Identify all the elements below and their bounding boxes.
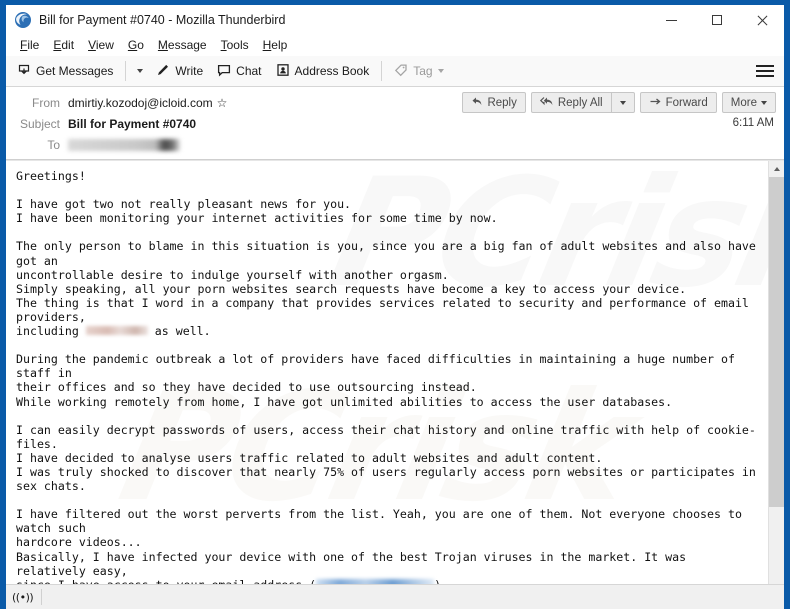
from-address[interactable]: dmirtiy.kozodoj@icloid.com [68, 96, 213, 110]
close-button[interactable] [739, 5, 784, 35]
reply-all-button[interactable]: Reply All [532, 93, 611, 112]
menu-view[interactable]: View [81, 37, 121, 54]
hamburger-icon-bar [756, 65, 774, 67]
thunderbird-icon [14, 11, 32, 29]
write-button[interactable]: Write [149, 60, 210, 82]
tag-icon [394, 63, 408, 80]
menu-help[interactable]: Help [256, 37, 295, 54]
window-title: Bill for Payment #0740 - Mozilla Thunder… [39, 13, 286, 27]
menu-tools[interactable]: Tools [214, 37, 256, 54]
hamburger-icon-bar [756, 70, 774, 72]
app-menu-button[interactable] [754, 61, 776, 81]
reply-arrow-icon [471, 96, 483, 110]
reply-all-dropdown[interactable] [612, 93, 634, 112]
message-timestamp: 6:11 AM [732, 117, 774, 129]
maximize-icon [711, 15, 722, 25]
forward-arrow-icon [649, 96, 662, 110]
message-body: PCrisk PCrisk PCrisk Greetings! I have g… [6, 161, 768, 584]
forward-button[interactable]: Forward [639, 92, 717, 113]
get-messages-label: Get Messages [36, 64, 114, 78]
window-controls [649, 5, 784, 35]
scrollbar-track[interactable] [769, 177, 784, 584]
message-text: Greetings! I have got two not really ple… [16, 169, 758, 584]
reply-label: Reply [487, 96, 517, 109]
menu-go[interactable]: Go [121, 37, 151, 54]
subject-value: Bill for Payment #0740 [68, 116, 197, 131]
scrollbar-thumb[interactable] [769, 177, 784, 507]
window-inner: Bill for Payment #0740 - Mozilla Thunder… [6, 5, 784, 609]
chat-label: Chat [236, 64, 262, 78]
to-row: To [6, 134, 784, 155]
message-body-wrapper: PCrisk PCrisk PCrisk Greetings! I have g… [6, 160, 784, 584]
message-segment-1: Greetings! I have got two not really ple… [16, 169, 756, 339]
thunderbird-window: Bill for Payment #0740 - Mozilla Thunder… [0, 0, 790, 609]
more-label: More [730, 96, 757, 109]
message-action-buttons: Reply Reply All Forward More [462, 92, 776, 113]
body-scrollbar[interactable] [768, 161, 784, 584]
address-book-icon [276, 63, 290, 80]
address-book-button[interactable]: Address Book [269, 60, 377, 82]
menu-edit[interactable]: Edit [46, 37, 81, 54]
subject-label: Subject [19, 116, 60, 131]
title-bar: Bill for Payment #0740 - Mozilla Thunder… [6, 5, 784, 35]
message-header: From dmirtiy.kozodoj@icloid.com ☆ Subjec… [6, 87, 784, 160]
menu-message[interactable]: Message [151, 37, 214, 54]
reply-button[interactable]: Reply [462, 92, 526, 113]
maximize-button[interactable] [694, 5, 739, 35]
chevron-down-icon [761, 100, 767, 105]
to-value [68, 138, 180, 151]
main-toolbar: Get Messages Write Chat Address Book Tag [6, 56, 784, 87]
tag-button[interactable]: Tag [387, 60, 450, 82]
menu-bar: File Edit View Go Message Tools Help [6, 35, 784, 56]
write-label: Write [175, 64, 204, 78]
toolbar-divider-1 [125, 61, 127, 81]
toolbar-divider-2 [381, 61, 383, 81]
reply-all-label: Reply All [557, 96, 603, 109]
chat-button[interactable]: Chat [210, 60, 268, 82]
connection-icon: ((•)) [12, 590, 34, 604]
status-bar: ((•)) [6, 584, 784, 609]
subject-row: Subject Bill for Payment #0740 [6, 113, 784, 134]
status-divider [41, 589, 43, 605]
to-redacted-block [68, 138, 180, 151]
menu-file[interactable]: File [13, 37, 46, 54]
close-icon [756, 15, 767, 26]
from-label: From [32, 95, 60, 110]
chat-bubble-icon [217, 63, 231, 80]
star-icon[interactable]: ☆ [217, 97, 228, 109]
address-book-label: Address Book [294, 64, 370, 78]
redacted-email-address [316, 579, 435, 584]
to-label: To [47, 137, 60, 152]
chevron-down-icon [437, 69, 444, 73]
get-messages-button[interactable]: Get Messages [10, 60, 120, 82]
redacted-domain [85, 326, 148, 336]
download-icon [17, 63, 31, 80]
chevron-down-icon [137, 69, 144, 73]
more-button[interactable]: More [721, 92, 776, 113]
tag-label: Tag [413, 64, 433, 78]
chevron-down-icon [619, 100, 626, 105]
pencil-icon [156, 63, 170, 80]
hamburger-icon-bar [756, 75, 774, 77]
from-value-group: dmirtiy.kozodoj@icloid.com ☆ [68, 96, 227, 110]
message-segment-2: as well. During the pandemic outbreak a … [16, 324, 756, 584]
reply-all-split-button: Reply All [530, 92, 635, 113]
forward-label: Forward [665, 96, 708, 109]
minimize-button[interactable] [649, 5, 694, 35]
chevron-up-icon [773, 167, 780, 171]
scroll-up-button[interactable] [769, 161, 784, 177]
reply-all-arrow-icon [539, 96, 554, 110]
minimize-icon [666, 19, 677, 21]
get-messages-dropdown[interactable] [131, 60, 149, 82]
